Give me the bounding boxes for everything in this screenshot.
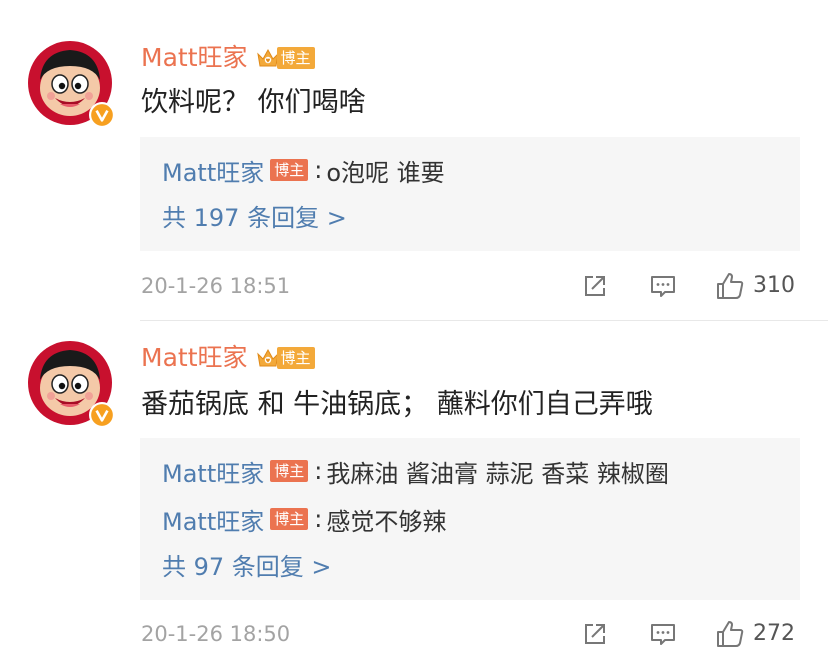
reply-box[interactable]: Matt旺家 博主 : o泡呢 谁要 共 197 条回复 >: [140, 137, 800, 251]
reply-item[interactable]: Matt旺家 博主 : o泡呢 谁要: [162, 151, 445, 189]
share-icon: [585, 276, 605, 296]
blogger-tag: 博主: [270, 159, 309, 181]
comment-icon: [651, 624, 675, 645]
svg-text:♥: ♥: [265, 358, 270, 364]
reply-colon: :: [314, 505, 323, 533]
verified-v-icon: [89, 102, 115, 128]
avatar[interactable]: [27, 340, 115, 428]
blogger-badge-label: 博主: [276, 47, 315, 69]
comment-meta: 20-1-26 18:51 310: [141, 270, 801, 302]
reply-author[interactable]: Matt旺家: [162, 153, 264, 188]
blogger-tag: 博主: [270, 460, 309, 482]
like-count: 310: [753, 273, 795, 298]
author-row: Matt旺家 ♥ 博主: [141, 340, 315, 376]
reply-text: 我麻油 酱油膏 蒜泥 香菜 辣椒圈: [326, 459, 669, 488]
comment-button[interactable]: [649, 618, 677, 650]
thumbs-up-icon: [717, 621, 744, 647]
like-button[interactable]: 310: [715, 270, 795, 302]
comment-meta: 20-1-26 18:50 272: [141, 618, 801, 650]
blogger-badge-label: 博主: [276, 347, 315, 369]
share-button[interactable]: [581, 270, 609, 302]
reply-colon: :: [314, 457, 323, 485]
reply-text: 感觉不够辣: [326, 507, 447, 536]
reply-colon: :: [314, 156, 323, 184]
share-button[interactable]: [581, 618, 609, 650]
reply-item[interactable]: Matt旺家 博主 : 感觉不够辣: [162, 500, 446, 538]
author-name[interactable]: Matt旺家: [141, 40, 248, 76]
comment-text: 番茄锅底 和 牛油锅底； 蘸料你们自己弄哦: [141, 389, 653, 420]
comment-item: Matt旺家 ♥ 博主 番茄锅底 和 牛油锅底； 蘸料你们自己弄哦 Matt旺家…: [0, 322, 828, 669]
author-name[interactable]: Matt旺家: [141, 340, 248, 376]
reply-author[interactable]: Matt旺家: [162, 502, 264, 537]
reply-box[interactable]: Matt旺家 博主 : 我麻油 酱油膏 蒜泥 香菜 辣椒圈 Matt旺家 博主 …: [140, 438, 800, 600]
comment-item: Matt旺家 ♥ 博主 饮料呢？ 你们喝啥 Matt旺家 博主 : o泡呢 谁要…: [0, 0, 828, 322]
more-replies-link[interactable]: 共 197 条回复 >: [162, 199, 347, 237]
divider: [140, 320, 828, 321]
reply-author[interactable]: Matt旺家: [162, 454, 264, 489]
more-replies-link[interactable]: 共 97 条回复 >: [162, 548, 332, 586]
reply-item[interactable]: Matt旺家 博主 : 我麻油 酱油膏 蒜泥 香菜 辣椒圈: [162, 452, 669, 490]
timestamp: 20-1-26 18:50: [141, 622, 291, 646]
comment-icon: [651, 276, 675, 297]
author-row: Matt旺家 ♥ 博主: [141, 40, 315, 76]
comment-text: 饮料呢？ 你们喝啥: [141, 87, 366, 118]
blogger-badge: ♥ 博主: [255, 45, 315, 71]
comment-button[interactable]: [649, 270, 677, 302]
avatar[interactable]: [27, 40, 115, 128]
verified-v-icon: [89, 402, 115, 428]
svg-text:♥: ♥: [265, 58, 270, 64]
share-icon: [585, 624, 605, 644]
blogger-tag: 博主: [270, 508, 309, 530]
reply-text: o泡呢 谁要: [326, 158, 445, 187]
blogger-badge: ♥ 博主: [255, 345, 315, 371]
like-button[interactable]: 272: [715, 618, 795, 650]
thumbs-up-icon: [717, 273, 744, 299]
like-count: 272: [753, 621, 795, 646]
timestamp: 20-1-26 18:51: [141, 274, 291, 298]
